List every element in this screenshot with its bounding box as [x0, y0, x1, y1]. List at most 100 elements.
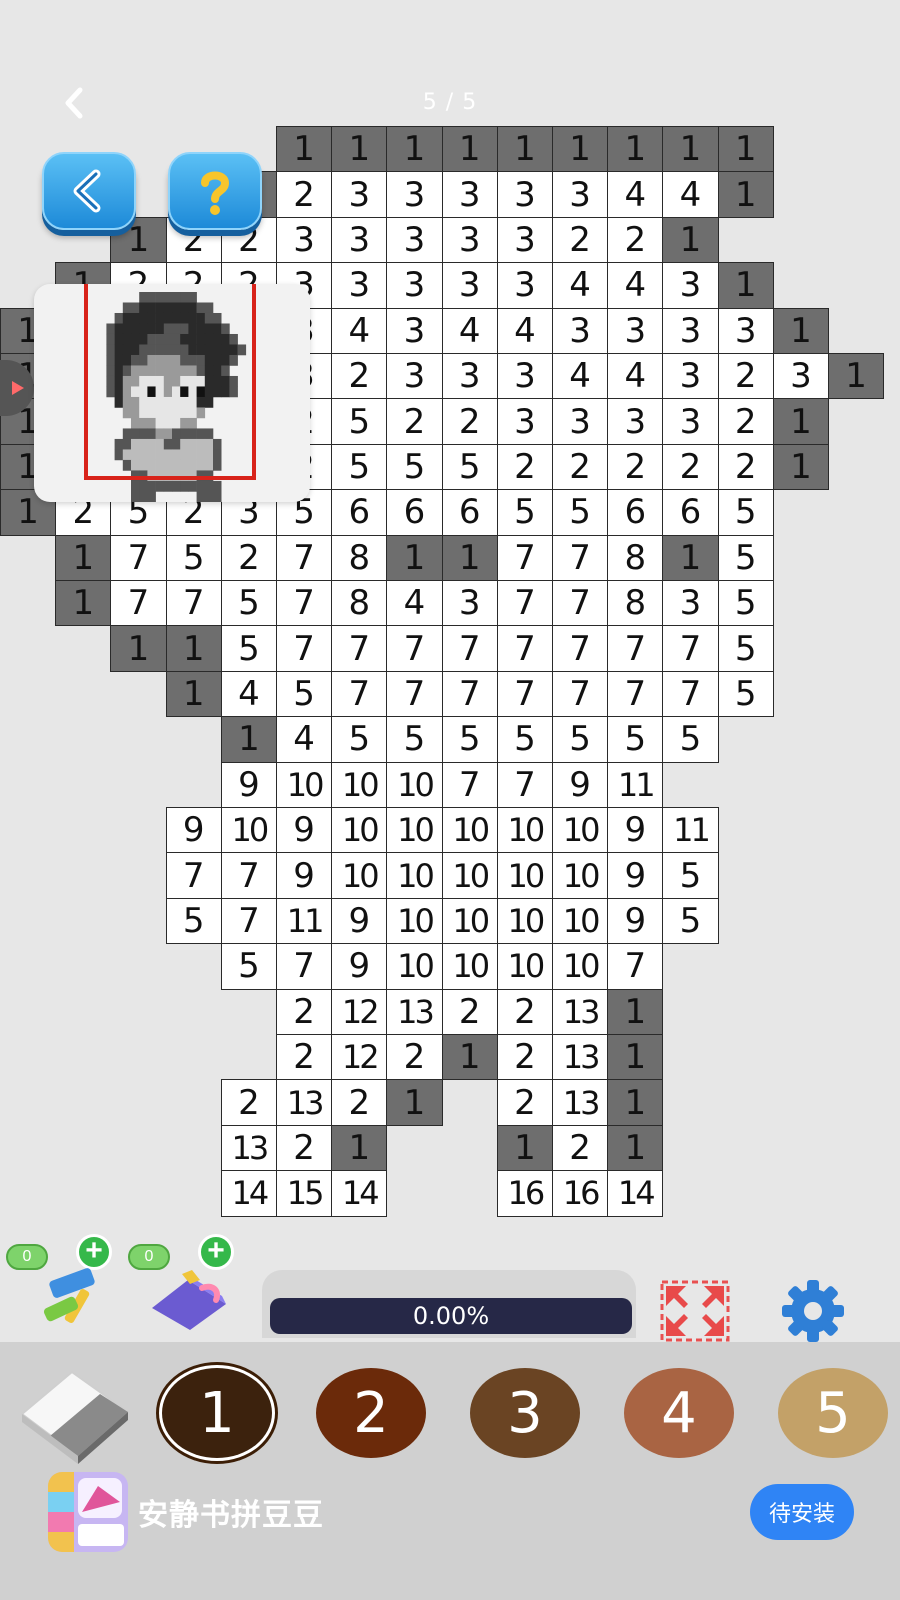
grid-cell[interactable]: 1: [220, 716, 277, 763]
grid-cell[interactable]: 4: [662, 171, 719, 218]
grid-cell[interactable]: 7: [607, 943, 664, 990]
grid-cell[interactable]: 2: [441, 398, 498, 445]
grid-cell[interactable]: 7: [441, 670, 498, 718]
grid-cell[interactable]: 3: [386, 353, 443, 400]
grid-cell[interactable]: 3: [441, 262, 498, 309]
grid-cell[interactable]: 5: [717, 670, 774, 718]
grid-cell[interactable]: 7: [552, 534, 609, 581]
grid-cell[interactable]: 2: [276, 171, 333, 218]
grid-cell[interactable]: 13: [552, 1034, 609, 1081]
grid-cell[interactable]: 2: [386, 398, 443, 445]
grid-cell[interactable]: 7: [110, 580, 167, 627]
grid-cell[interactable]: 4: [386, 580, 443, 627]
grid-cell[interactable]: 5: [552, 716, 609, 763]
brush-booster[interactable]: 0 +: [6, 1234, 116, 1334]
grid-cell[interactable]: 1: [717, 126, 774, 173]
grid-cell[interactable]: 5: [717, 534, 774, 581]
grid-cell[interactable]: 11: [662, 807, 719, 854]
grid-cell[interactable]: 5: [220, 943, 277, 990]
grid-cell[interactable]: 10: [441, 807, 498, 854]
grid-cell[interactable]: 1: [662, 216, 719, 264]
grid-cell[interactable]: 1: [662, 534, 719, 581]
grid-cell[interactable]: 3: [662, 307, 719, 354]
grid-cell[interactable]: 4: [552, 353, 609, 400]
grid-cell[interactable]: 14: [220, 1170, 277, 1217]
grid-cell[interactable]: 10: [496, 897, 553, 945]
grid-cell[interactable]: 4: [607, 262, 664, 309]
grid-cell[interactable]: 9: [276, 807, 333, 854]
grid-cell[interactable]: 6: [331, 489, 388, 536]
grid-cell[interactable]: 2: [717, 398, 774, 445]
grid-cell[interactable]: 3: [331, 262, 388, 309]
grid-cell[interactable]: 1: [772, 307, 829, 354]
grid-cell[interactable]: 2: [496, 443, 553, 491]
grid-cell[interactable]: 1: [828, 353, 885, 400]
grid-cell[interactable]: 7: [496, 670, 553, 718]
grid-cell[interactable]: 3: [441, 353, 498, 400]
grid-cell[interactable]: 5: [717, 625, 774, 672]
grid-cell[interactable]: 7: [552, 580, 609, 627]
grid-cell[interactable]: 3: [662, 262, 719, 309]
color-swatch-1[interactable]: 1: [162, 1368, 272, 1458]
grid-cell[interactable]: 2: [220, 534, 277, 581]
grid-cell[interactable]: 3: [496, 398, 553, 445]
grid-cell[interactable]: 11: [607, 761, 664, 808]
grid-cell[interactable]: 5: [717, 580, 774, 627]
grid-cell[interactable]: 3: [331, 171, 388, 218]
grid-cell[interactable]: 7: [165, 852, 222, 899]
grid-cell[interactable]: 13: [552, 988, 609, 1035]
grid-cell[interactable]: 10: [552, 852, 609, 899]
grid-cell[interactable]: 3: [386, 216, 443, 264]
grid-cell[interactable]: 6: [441, 489, 498, 536]
grid-cell[interactable]: 5: [165, 534, 222, 581]
install-button[interactable]: 待安装: [750, 1484, 854, 1540]
grid-cell[interactable]: 1: [386, 534, 443, 581]
grid-cell[interactable]: 12: [331, 1034, 388, 1081]
grid-cell[interactable]: 5: [276, 670, 333, 718]
grid-cell[interactable]: 2: [717, 443, 774, 491]
grid-cell[interactable]: 5: [331, 716, 388, 763]
grid-cell[interactable]: 8: [331, 534, 388, 581]
add-brush-booster-icon[interactable]: +: [76, 1234, 112, 1270]
grid-cell[interactable]: 5: [331, 443, 388, 491]
grid-cell[interactable]: 2: [276, 988, 333, 1035]
grid-cell[interactable]: 3: [386, 171, 443, 218]
grid-cell[interactable]: 1: [552, 126, 609, 173]
grid-cell[interactable]: 3: [496, 216, 553, 264]
grid-cell[interactable]: 6: [662, 489, 719, 536]
grid-cell[interactable]: 3: [607, 307, 664, 354]
grid-cell[interactable]: 7: [276, 580, 333, 627]
grid-cell[interactable]: 5: [662, 716, 719, 763]
grid-cell[interactable]: 7: [607, 670, 664, 718]
grid-cell[interactable]: 7: [441, 761, 498, 808]
eraser-button[interactable]: [16, 1364, 134, 1468]
grid-cell[interactable]: 1: [662, 126, 719, 173]
grid-cell[interactable]: 1: [276, 126, 333, 173]
grid-cell[interactable]: 7: [441, 625, 498, 672]
grid-cell[interactable]: 7: [496, 625, 553, 672]
grid-cell[interactable]: 2: [331, 1079, 388, 1126]
grid-cell[interactable]: 1: [772, 443, 829, 491]
add-bucket-booster-icon[interactable]: +: [198, 1234, 234, 1270]
grid-cell[interactable]: 2: [552, 1124, 609, 1172]
grid-cell[interactable]: 2: [662, 443, 719, 491]
grid-cell[interactable]: 1: [386, 126, 443, 173]
grid-cell[interactable]: 6: [607, 489, 664, 536]
grid-cell[interactable]: 1: [607, 1079, 664, 1126]
grid-cell[interactable]: 16: [552, 1170, 609, 1217]
grid-cell[interactable]: 1: [55, 580, 112, 627]
grid-cell[interactable]: 10: [496, 943, 553, 990]
grid-cell[interactable]: 1: [165, 670, 222, 718]
grid-cell[interactable]: 2: [386, 1034, 443, 1081]
color-swatch-3[interactable]: 3: [470, 1368, 580, 1458]
grid-cell[interactable]: 1: [110, 625, 167, 672]
grid-cell[interactable]: 1: [441, 534, 498, 581]
grid-cell[interactable]: 3: [772, 353, 829, 400]
grid-cell[interactable]: 3: [496, 353, 553, 400]
grid-cell[interactable]: 9: [276, 852, 333, 899]
grid-cell[interactable]: 10: [220, 807, 277, 854]
grid-cell[interactable]: 4: [441, 307, 498, 354]
grid-cell[interactable]: 7: [662, 670, 719, 718]
picture-preview[interactable]: [34, 284, 310, 502]
grid-cell[interactable]: 2: [496, 1034, 553, 1081]
